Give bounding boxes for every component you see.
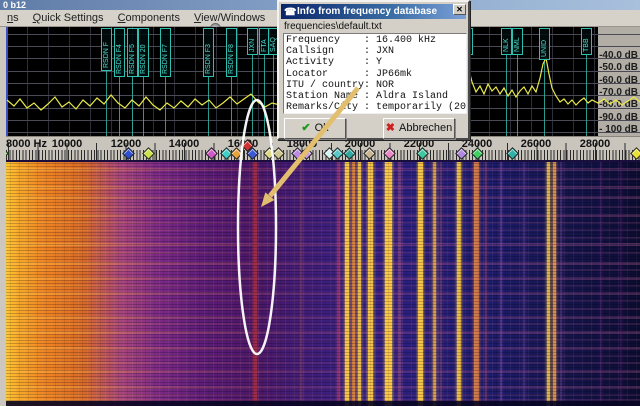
dialog-close-button[interactable]: ✕: [453, 4, 466, 15]
frequency-label: 14000: [169, 138, 200, 150]
window-title: 0 b12: [3, 0, 26, 10]
station-tag[interactable]: RSDN F4: [114, 28, 125, 77]
frequency-label: 26000: [521, 138, 552, 150]
cancel-button[interactable]: ✖Abbrechen: [383, 118, 455, 139]
frequency-label: 10000: [52, 138, 83, 150]
menu-item-quick-settings[interactable]: Quick Settings: [26, 10, 111, 26]
station-tag[interactable]: RSDN F: [101, 28, 112, 71]
menu-item-components[interactable]: Components: [111, 10, 187, 26]
station-tag[interactable]: RSDN 20: [138, 28, 149, 77]
waterfall-bottom-edge: [6, 401, 640, 406]
ok-button[interactable]: ✔Ok: [284, 118, 346, 139]
station-info-line: Locator : JP66mk: [286, 69, 464, 80]
database-filename: frequencies\default.txt: [284, 21, 382, 32]
x-icon: ✖: [386, 122, 395, 134]
station-info-line: Remarks/City : temporarily (2015): [286, 102, 464, 113]
waterfall-top-edge: [6, 160, 640, 162]
station-info-box: Frequency : 16.400 kHzCallsign : JXNActi…: [283, 33, 467, 114]
station-tag[interactable]: UNID: [539, 28, 550, 60]
station-info-line: ITU / country: NOR: [286, 80, 464, 91]
station-tag[interactable]: RSDN F7: [160, 28, 171, 77]
station-info-line: Frequency : 16.400 kHz: [286, 35, 464, 46]
frequency-label: 8000 Hz: [6, 138, 47, 150]
station-tag[interactable]: RSDN F8: [226, 28, 237, 77]
station-info-line: Callsign : JXN: [286, 46, 464, 57]
menu-item-ns[interactable]: ns: [0, 10, 26, 26]
frequency-label: 28000: [580, 138, 611, 150]
check-icon: ✔: [301, 122, 310, 134]
station-info-line: Activity : Y: [286, 57, 464, 68]
dialog-title: Info from frequency database: [297, 6, 437, 17]
station-tag[interactable]: NML: [512, 28, 523, 55]
station-tag[interactable]: NLK: [501, 28, 512, 55]
station-tag[interactable]: RSDN F5: [127, 28, 138, 77]
info-dialog: ☎ Info from frequency database ✕ frequen…: [277, 0, 470, 140]
waterfall-noise-texture: [6, 160, 640, 406]
app-window: 0 b12 nsQuick SettingsComponentsView/Win…: [0, 0, 640, 406]
app-phone-icon: ☎: [284, 5, 296, 20]
station-tag[interactable]: JXN: [247, 28, 258, 55]
window-frame: [0, 27, 6, 406]
close-icon: ✕: [456, 5, 463, 14]
station-tag[interactable]: TBB: [581, 28, 592, 55]
dialog-titlebar[interactable]: ☎ Info from frequency database: [281, 4, 466, 19]
station-tag[interactable]: RSDN F3: [203, 28, 214, 77]
waterfall-display[interactable]: [6, 160, 640, 406]
menu-item-view-windows[interactable]: View/Windows: [187, 10, 272, 26]
station-info-line: Station Name : Aldra Island: [286, 91, 464, 102]
